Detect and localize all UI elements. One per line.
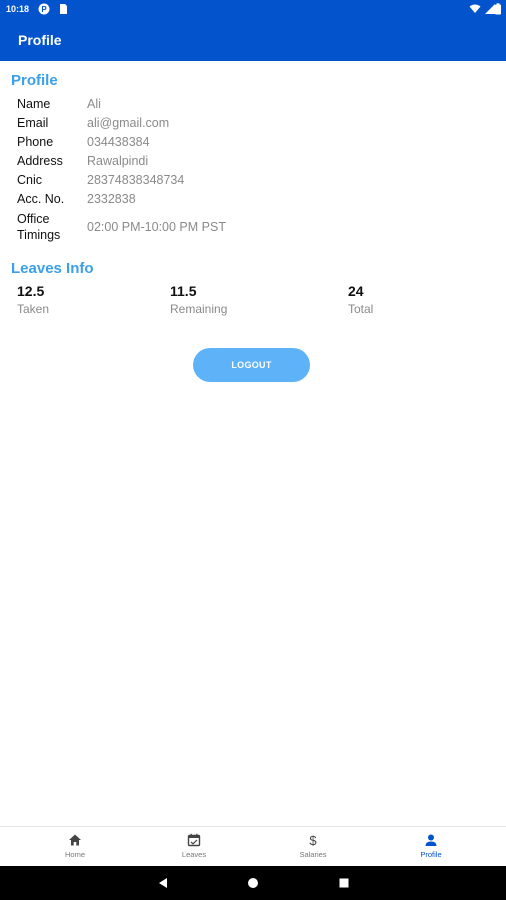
leaves-total-label: Total — [348, 302, 374, 316]
parking-icon: P — [38, 3, 50, 15]
status-bar: 10:18 P — [0, 0, 506, 19]
leaves-remaining-label: Remaining — [170, 302, 228, 316]
nav-item-home[interactable]: Home — [35, 833, 115, 859]
home-circle-icon[interactable] — [247, 877, 259, 889]
app-screen: 10:18 P Profile Profile Name Ali Email a… — [0, 0, 506, 900]
logout-button[interactable]: LOGOUT — [193, 348, 310, 382]
field-value: 02:00 PM-10:00 PM PST — [87, 220, 226, 234]
wifi-icon — [469, 4, 481, 13]
calendar-icon — [187, 833, 201, 847]
leaves-taken-value: 12.5 — [17, 283, 45, 299]
nav-label-leaves: Leaves — [181, 850, 207, 859]
status-time: 10:18 — [6, 4, 30, 14]
field-value: Ali — [87, 97, 101, 111]
recents-icon[interactable] — [338, 877, 350, 889]
svg-text:$: $ — [309, 833, 317, 847]
leaves-taken-label: Taken — [17, 302, 50, 316]
field-label-line2: Timings — [17, 228, 61, 242]
field-label: Name — [17, 97, 51, 111]
back-icon[interactable] — [157, 877, 169, 889]
field-label: Office Timings — [17, 211, 83, 243]
leaves-remaining: 11.5 Remaining — [170, 283, 227, 316]
leaves-total: 24 Total — [348, 283, 373, 316]
leaves-remaining-value: 11.5 — [170, 283, 197, 299]
bottom-navigation: Home Leaves $ Salaries Profile — [0, 826, 506, 866]
battery-icon — [495, 3, 501, 15]
field-value: 28374838348734 — [87, 173, 185, 187]
field-label: Phone — [17, 135, 54, 149]
leaves-taken: 12.5 Taken — [17, 283, 49, 316]
field-label-line1: Office — [17, 212, 50, 226]
home-icon — [69, 834, 81, 846]
nav-item-leaves[interactable]: Leaves — [154, 833, 234, 859]
app-bar: Profile — [0, 19, 506, 61]
field-value: 034438384 — [87, 135, 150, 149]
sim-card-icon — [60, 4, 67, 14]
field-value: Rawalpindi — [87, 154, 149, 168]
field-value: ali@gmail.com — [87, 116, 170, 130]
page-title: Profile — [18, 32, 62, 48]
profile-row-office-timings: Office Timings 02:00 PM-10:00 PM PST — [17, 211, 477, 245]
nav-item-salaries[interactable]: $ Salaries — [273, 833, 353, 859]
nav-label-home: Home — [64, 850, 85, 859]
field-label: Cnic — [17, 173, 43, 187]
system-navigation-bar — [0, 866, 506, 900]
nav-label-salaries: Salaries — [299, 850, 327, 859]
profile-section-title: Profile — [11, 72, 58, 89]
field-label: Email — [17, 116, 49, 130]
field-value: 2332838 — [87, 192, 136, 206]
nav-label-profile: Profile — [420, 850, 442, 859]
svg-text:P: P — [41, 5, 47, 14]
leaves-section-title: Leaves Info — [11, 260, 94, 277]
nav-item-profile[interactable]: Profile — [391, 833, 471, 859]
dollar-icon: $ — [309, 833, 317, 847]
field-label: Address — [17, 154, 63, 168]
person-icon — [425, 834, 437, 846]
field-label: Acc. No. — [17, 192, 65, 206]
leaves-total-value: 24 — [348, 283, 364, 299]
